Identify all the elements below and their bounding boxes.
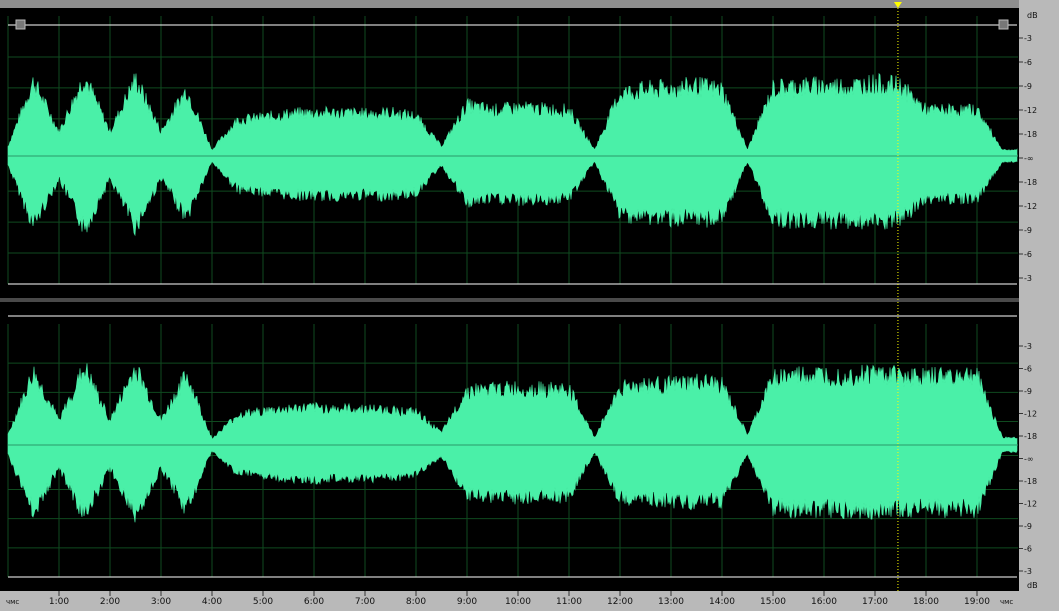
db-tick-label: -3 (1024, 274, 1032, 283)
time-tick-label: 13:00 (658, 597, 684, 607)
time-tick-label: 1:00 (49, 597, 69, 607)
db-tick-label: -12 (1024, 410, 1037, 419)
db-tick-label: -3 (1024, 34, 1032, 43)
time-tick-label: 10:00 (505, 597, 531, 607)
time-tick-label: 5:00 (253, 597, 273, 607)
db-tick-label: -18 (1024, 477, 1037, 486)
db-unit-top: dB (1027, 11, 1038, 20)
time-tick-label: 9:00 (457, 597, 477, 607)
time-start-label: чмс (6, 598, 19, 606)
time-tick-label: 8:00 (406, 597, 426, 607)
left-handle-icon[interactable] (15, 19, 26, 30)
waveform-editor[interactable]: dB dB -3 -6 -9 -12 -18 -∞ -18 -12 -9 -6 -3 -3 -6 -9 -1… (0, 0, 1059, 611)
db-tick-label: -3 (1024, 567, 1032, 576)
channel-divider (0, 298, 1019, 302)
db-tick-label: -12 (1024, 500, 1037, 509)
db-tick-label: -6 (1024, 58, 1032, 67)
time-tick-label: 12:00 (607, 597, 633, 607)
db-tick-label: -9 (1024, 522, 1032, 531)
time-tick-label: 2:00 (100, 597, 120, 607)
time-tick-label: 11:00 (556, 597, 582, 607)
db-tick-label: -9 (1024, 387, 1032, 396)
db-unit-bottom: dB (1027, 581, 1038, 590)
time-tick-label: 16:00 (811, 597, 837, 607)
right-handle-icon[interactable] (998, 19, 1009, 30)
time-tick-label: 18:00 (913, 597, 939, 607)
db-tick-label: -6 (1024, 250, 1032, 259)
time-tick-label: 17:00 (862, 597, 888, 607)
time-tick-label: 19:00 (964, 597, 990, 607)
time-tick-label: 7:00 (355, 597, 375, 607)
time-tick-label: 3:00 (151, 597, 171, 607)
db-tick-label: -6 (1024, 545, 1032, 554)
db-tick-label: -∞ (1024, 455, 1034, 464)
time-tick-label: 15:00 (760, 597, 786, 607)
db-tick-label: -12 (1024, 106, 1037, 115)
db-tick-label: -6 (1024, 365, 1032, 374)
db-tick-label: -9 (1024, 226, 1032, 235)
time-tick-label: 6:00 (304, 597, 324, 607)
db-tick-label: -3 (1024, 342, 1032, 351)
time-tick-label: 14:00 (709, 597, 735, 607)
db-tick-label: -18 (1024, 432, 1037, 441)
time-end-label: чмс (1000, 598, 1013, 606)
db-tick-label: -18 (1024, 178, 1037, 187)
amplitude-ruler (1019, 0, 1059, 611)
db-tick-label: -12 (1024, 202, 1037, 211)
time-tick-label: 4:00 (202, 597, 222, 607)
db-tick-label: -18 (1024, 130, 1037, 139)
db-tick-label: -∞ (1024, 154, 1034, 163)
db-tick-label: -9 (1024, 82, 1032, 91)
waveform-display[interactable]: dB dB -3 -6 -9 -12 -18 -∞ -18 -12 -9 -6 -3 -3 -6 -9 -1… (0, 0, 1059, 611)
